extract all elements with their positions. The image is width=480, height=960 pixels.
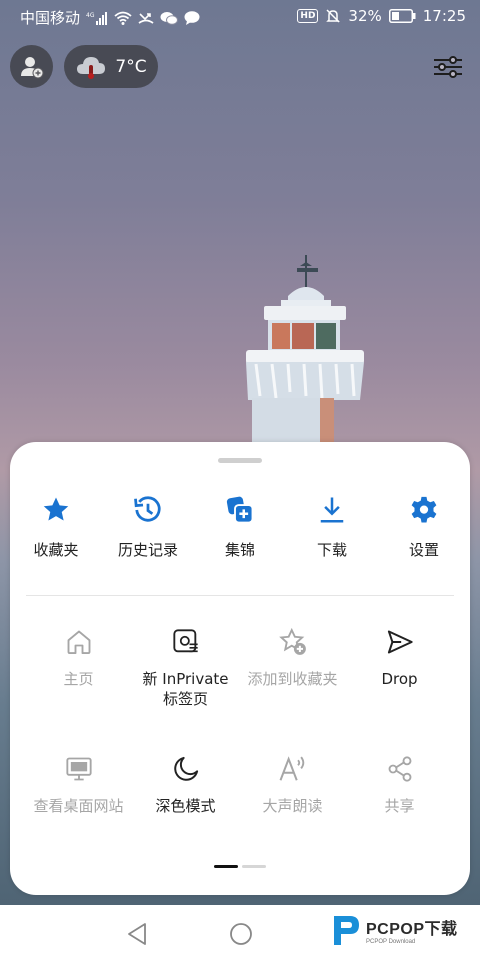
watermark-brand: PCPOP下载 [366,921,458,938]
wechat-icon [160,11,179,25]
customize-sliders-icon[interactable] [432,55,464,79]
battery-icon [388,9,416,23]
read-aloud-button[interactable]: 大声朗读 [239,752,346,816]
hd-badge: HD [297,9,319,23]
page-dot[interactable] [242,865,266,868]
favorites-button[interactable]: 收藏夹 [10,492,102,560]
menu-row-3: 查看桌面网站 深色模式 大声朗读 共享 [25,752,480,816]
drop-button[interactable]: Drop [346,625,453,709]
send-icon [386,625,414,659]
menu-row-2: 主页 新 InPrivate 标签页 添加到收藏夹 Drop [25,625,480,709]
desktop-site-label: 查看桌面网站 [33,797,124,815]
status-bar: 中国移动 4G HD 32% 17:25 [0,0,480,34]
profile-icon [20,56,43,78]
share-label: 共享 [384,797,415,815]
watermark-sub: PCPOP Download [366,939,416,945]
wifi-icon [114,11,132,25]
dark-mode-label: 深色模式 [155,797,216,815]
temperature-label: 7°C [115,56,147,77]
page-dot-active[interactable] [214,865,238,868]
share-button[interactable]: 共享 [346,752,453,816]
home-icon [65,625,93,659]
message-icon [184,10,200,25]
menu-divider [26,595,454,596]
drag-handle[interactable] [218,458,262,463]
inprivate-tab-icon [172,625,200,659]
add-to-favorites-button[interactable]: 添加到收藏夹 [239,625,346,709]
favorites-label: 收藏夹 [33,541,79,559]
add-favorite-icon [278,625,308,659]
mute-icon [325,8,341,24]
carrier-label: 中国移动 [20,9,81,27]
share-icon [386,752,414,786]
history-icon [133,492,163,528]
dark-mode-button[interactable]: 深色模式 [132,752,239,816]
downloads-button[interactable]: 下载 [286,492,378,560]
home-label: 主页 [63,670,94,688]
missed-call-icon [138,11,154,25]
read-aloud-icon [278,752,308,786]
pcpop-watermark: PCPOP下载 PCPOP Download [330,912,458,948]
drop-label: Drop [381,670,418,688]
desktop-icon [65,752,93,786]
cloud-thermometer-icon [77,56,106,79]
collections-button[interactable]: 集锦 [194,492,286,560]
signal-icon: 4G [86,11,108,25]
page-indicator [214,865,266,868]
quick-actions-row: 收藏夹 历史记录 集锦 下载 设置 [10,492,470,560]
desktop-site-button[interactable]: 查看桌面网站 [25,752,132,816]
network-type-label: 4G [86,12,95,19]
new-inprivate-label-line2: 标签页 [162,690,208,708]
weather-widget[interactable]: 7°C [64,45,158,88]
star-icon [41,492,71,528]
history-label: 历史记录 [117,541,178,559]
add-to-favorites-label: 添加到收藏夹 [247,670,338,688]
new-inprivate-tab-button[interactable]: 新 InPrivate 标签页 [132,625,239,709]
menu-sheet: 收藏夹 历史记录 集锦 下载 设置 主页 新 InPrivate 标签页 添加到… [10,442,470,895]
profile-button[interactable] [10,45,53,88]
settings-label: 设置 [408,541,439,559]
gear-icon [409,492,439,528]
new-inprivate-label: 新 InPrivate [142,670,229,688]
history-button[interactable]: 历史记录 [102,492,194,560]
battery-percent: 32% [348,7,382,25]
moon-icon [172,752,200,786]
settings-button[interactable]: 设置 [378,492,470,560]
collections-label: 集锦 [224,541,255,559]
collections-icon [225,492,255,528]
download-icon [317,492,347,528]
pcpop-logo-icon [334,916,359,945]
back-icon[interactable] [126,922,148,946]
clock: 17:25 [422,7,466,25]
home-nav-icon[interactable] [229,922,253,946]
downloads-label: 下载 [316,541,347,559]
read-aloud-label: 大声朗读 [262,797,323,815]
home-button[interactable]: 主页 [25,625,132,709]
